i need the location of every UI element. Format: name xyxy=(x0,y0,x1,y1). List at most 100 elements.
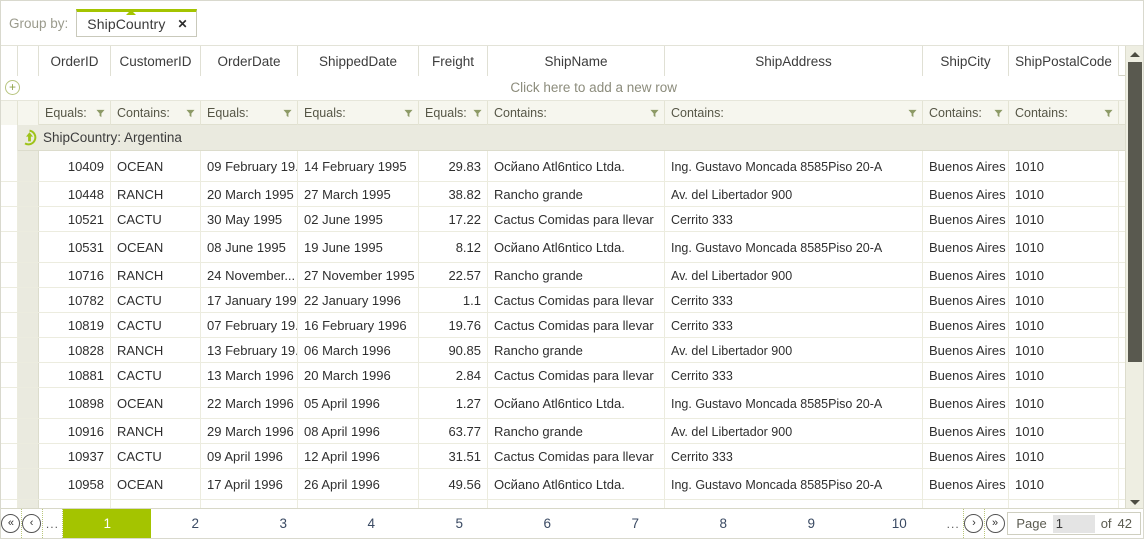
cell-shippostalcode[interactable]: 1010 xyxy=(1009,313,1119,338)
cell-shipname[interactable]: Ocйano Atl6ntico Ltda. xyxy=(488,232,665,263)
table-row[interactable]: 10958OCEAN17 April 199626 April 199649.5… xyxy=(1,469,1144,500)
column-header-shipname[interactable]: ShipName xyxy=(488,46,665,76)
cell-orderid[interactable]: 10448 xyxy=(39,182,111,207)
grid-filter-row[interactable]: Equals:Contains:Equals:Equals:Equals:Con… xyxy=(1,101,1127,125)
filter-funnel-icon[interactable] xyxy=(908,109,917,118)
cell-customerid[interactable]: RANCH xyxy=(111,182,201,207)
cell-orderdate[interactable]: 29 March 1996 xyxy=(201,419,298,444)
row-indicator-cell[interactable] xyxy=(1,388,18,418)
cell-shippeddate[interactable]: 19 June 1995 xyxy=(298,232,419,263)
cell-orderdate[interactable]: 17 January 1996 xyxy=(201,288,298,313)
cell-shipcity[interactable]: Buenos Aires xyxy=(923,263,1009,288)
vertical-scrollbar[interactable] xyxy=(1125,46,1143,510)
cell-orderdate[interactable]: 22 March 1996 xyxy=(201,388,298,419)
cell-shippeddate[interactable]: 16 February 1996 xyxy=(298,313,419,338)
cell-shippeddate[interactable]: 12 April 1996 xyxy=(298,444,419,469)
new-row-placeholder[interactable]: + Click here to add a new row xyxy=(1,76,1144,101)
cell-customerid[interactable]: CACTU xyxy=(111,207,201,232)
row-indicator-cell[interactable] xyxy=(1,469,18,499)
cell-shipname[interactable]: Ocйano Atl6ntico Ltda. xyxy=(488,388,665,419)
cell-orderid[interactable]: 10531 xyxy=(39,232,111,263)
filter-cell-shippostalcode[interactable]: Contains: xyxy=(1009,101,1119,125)
cell-freight[interactable]: 1.1 xyxy=(419,288,488,313)
cell-freight[interactable]: 90.85 xyxy=(419,338,488,363)
pager-ellipsis-left[interactable]: ... xyxy=(43,509,64,538)
cell-shipaddress[interactable]: Ing. Gustavo Moncada 8585Piso 20-A xyxy=(665,151,923,182)
filter-cell-shipaddress[interactable]: Contains: xyxy=(665,101,923,125)
row-indicator-cell[interactable] xyxy=(1,182,18,206)
table-row[interactable]: 10521CACTU30 May 199502 June 199517.22Ca… xyxy=(1,207,1144,232)
table-row[interactable]: 10782CACTU17 January 199622 January 1996… xyxy=(1,288,1144,313)
filter-funnel-icon[interactable] xyxy=(994,109,1003,118)
plus-icon[interactable]: + xyxy=(5,80,20,95)
filter-cell-customerid[interactable]: Contains: xyxy=(111,101,201,125)
first-page-button[interactable]: « xyxy=(1,509,22,538)
cell-freight[interactable]: 19.76 xyxy=(419,313,488,338)
cell-orderdate[interactable]: 13 February 19... xyxy=(201,338,298,363)
filter-cell-orderid[interactable]: Equals: xyxy=(39,101,111,125)
cell-orderid[interactable]: 10782 xyxy=(39,288,111,313)
cell-shippostalcode[interactable]: 1010 xyxy=(1009,151,1119,182)
last-page-button[interactable]: » xyxy=(985,509,1006,538)
row-indicator-cell[interactable] xyxy=(1,151,18,181)
pager-page-1[interactable]: 1 xyxy=(63,509,151,538)
filter-funnel-icon[interactable] xyxy=(283,109,292,118)
cell-orderid[interactable]: 10521 xyxy=(39,207,111,232)
row-indicator-cell[interactable] xyxy=(1,363,18,387)
pager-page-3[interactable]: 3 xyxy=(239,509,327,538)
cell-shipaddress[interactable]: Cerrito 333 xyxy=(665,444,923,469)
cell-freight[interactable]: 49.56 xyxy=(419,469,488,500)
cell-shippeddate[interactable]: 22 January 1996 xyxy=(298,288,419,313)
cell-customerid[interactable]: OCEAN xyxy=(111,388,201,419)
cell-freight[interactable]: 31.51 xyxy=(419,444,488,469)
filter-funnel-icon[interactable] xyxy=(1104,109,1113,118)
cell-customerid[interactable]: OCEAN xyxy=(111,469,201,500)
pager-page-7[interactable]: 7 xyxy=(591,509,679,538)
cell-shipaddress[interactable]: Av. del Libertador 900 xyxy=(665,419,923,444)
cell-orderid[interactable]: 10958 xyxy=(39,469,111,500)
cell-shippostalcode[interactable]: 1010 xyxy=(1009,338,1119,363)
cell-shipname[interactable]: Rancho grande xyxy=(488,338,665,363)
filter-cell-shipname[interactable]: Contains: xyxy=(488,101,665,125)
cell-shippostalcode[interactable]: 1010 xyxy=(1009,363,1119,388)
cell-orderdate[interactable]: 20 March 1995 xyxy=(201,182,298,207)
filter-funnel-icon[interactable] xyxy=(650,109,659,118)
cell-shippeddate[interactable]: 27 March 1995 xyxy=(298,182,419,207)
column-header-orderdate[interactable]: OrderDate xyxy=(201,46,298,76)
cell-shippeddate[interactable]: 20 March 1996 xyxy=(298,363,419,388)
table-row[interactable]: 10448RANCH20 March 199527 March 199538.8… xyxy=(1,182,1144,207)
cell-orderdate[interactable]: 09 April 1996 xyxy=(201,444,298,469)
cell-orderid[interactable]: 10937 xyxy=(39,444,111,469)
column-header-shippeddate[interactable]: ShippedDate xyxy=(298,46,419,76)
row-indicator-cell[interactable] xyxy=(1,263,18,287)
cell-orderdate[interactable]: 07 February 19... xyxy=(201,313,298,338)
row-indicator-cell[interactable] xyxy=(1,207,18,231)
cell-shippostalcode[interactable]: 1010 xyxy=(1009,388,1119,419)
row-indicator-cell[interactable] xyxy=(1,419,18,443)
cell-customerid[interactable]: RANCH xyxy=(111,263,201,288)
pager-page-4[interactable]: 4 xyxy=(327,509,415,538)
cell-shipname[interactable]: Cactus Comidas para llevar xyxy=(488,288,665,313)
table-row[interactable]: 10531OCEAN08 June 199519 June 19958.12Oc… xyxy=(1,232,1144,263)
filter-funnel-icon[interactable] xyxy=(404,109,413,118)
cell-customerid[interactable]: CACTU xyxy=(111,288,201,313)
table-row[interactable]: 10937CACTU09 April 199612 April 199631.5… xyxy=(1,444,1144,469)
group-header-row-argentina[interactable]: ShipCountry: Argentina xyxy=(1,125,1144,151)
cell-freight[interactable]: 8.12 xyxy=(419,232,488,263)
cell-shippostalcode[interactable]: 1010 xyxy=(1009,288,1119,313)
cell-shipname[interactable]: Cactus Comidas para llevar xyxy=(488,313,665,338)
cell-orderid[interactable]: 10898 xyxy=(39,388,111,419)
previous-page-button[interactable]: ‹ xyxy=(22,509,43,538)
cell-orderdate[interactable]: 09 February 19... xyxy=(201,151,298,182)
column-header-orderid[interactable]: OrderID xyxy=(39,46,111,76)
cell-shippostalcode[interactable]: 1010 xyxy=(1009,207,1119,232)
cell-shipaddress[interactable]: Cerrito 333 xyxy=(665,363,923,388)
cell-freight[interactable]: 63.77 xyxy=(419,419,488,444)
filter-cell-shippeddate[interactable]: Equals: xyxy=(298,101,419,125)
pager-page-2[interactable]: 2 xyxy=(151,509,239,538)
cell-orderid[interactable]: 10828 xyxy=(39,338,111,363)
pager-bar[interactable]: « ‹ ... 12345678910 ... › » Page of 42 xyxy=(1,508,1144,538)
cell-orderdate[interactable]: 30 May 1995 xyxy=(201,207,298,232)
cell-customerid[interactable]: OCEAN xyxy=(111,151,201,182)
cell-shipcity[interactable]: Buenos Aires xyxy=(923,182,1009,207)
